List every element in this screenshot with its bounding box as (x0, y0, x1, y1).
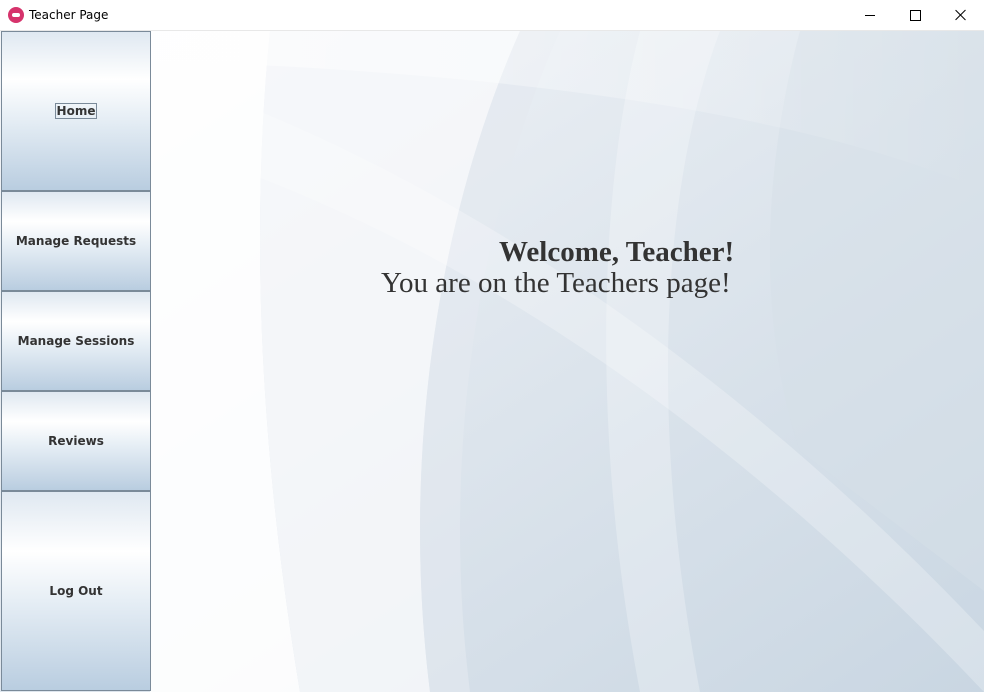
minimize-icon (865, 14, 875, 16)
nav-manage-requests-button[interactable]: Manage Requests (1, 191, 151, 291)
nav-reviews-label: Reviews (48, 434, 104, 448)
nav-log-out-label: Log Out (49, 584, 103, 598)
maximize-button[interactable] (892, 0, 938, 30)
close-icon (955, 9, 967, 21)
nav-log-out-button[interactable]: Log Out (1, 491, 151, 691)
welcome-subtitle: You are on the Teachers page! (381, 267, 731, 299)
nav-home-button[interactable]: Home (1, 31, 151, 191)
nav-reviews-button[interactable]: Reviews (1, 391, 151, 491)
nav-manage-requests-label: Manage Requests (15, 234, 137, 248)
sidebar: Home Manage Requests Manage Sessions Rev… (1, 31, 151, 691)
welcome-heading: Welcome, Teacher! (499, 236, 735, 268)
close-button[interactable] (938, 0, 984, 30)
nav-manage-sessions-button[interactable]: Manage Sessions (1, 291, 151, 391)
maximize-icon (909, 9, 921, 21)
nav-manage-sessions-label: Manage Sessions (17, 334, 135, 348)
window-title: Teacher Page (29, 8, 109, 22)
main-content: Home Manage Requests Manage Sessions Rev… (0, 31, 984, 692)
nav-home-label: Home (54, 103, 98, 119)
app-logo-icon (8, 7, 24, 23)
title-bar: Teacher Page (0, 0, 984, 31)
minimize-button[interactable] (847, 0, 893, 30)
